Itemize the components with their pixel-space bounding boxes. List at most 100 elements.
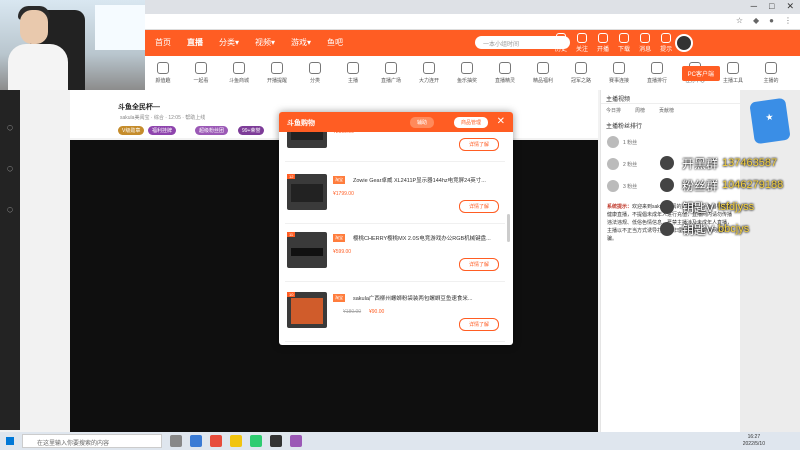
- app-icon[interactable]: [250, 435, 262, 447]
- category-item[interactable]: 主播的: [758, 62, 784, 84]
- left-sidebar: ◯ ◯ ◯: [0, 90, 20, 430]
- category-icon: [233, 62, 245, 74]
- modal-assist-button[interactable]: 辅助: [410, 117, 435, 128]
- shopping-modal: 斗鱼购物 辅助 商品管理 ✕ ¥2199.00 详情了解 12 淘宝 Zowie Gea…: [279, 112, 513, 345]
- detail-button[interactable]: 详情了解: [458, 138, 499, 151]
- overlay-value: 137463587: [722, 157, 778, 169]
- room-subtitle: sakula美阅宝 · 综合 · 12:05 · 帮助上线: [120, 115, 206, 121]
- rank-row[interactable]: 1 粉丝: [601, 131, 740, 153]
- category-icon: [157, 62, 169, 74]
- avatar[interactable]: [675, 34, 693, 52]
- chat-header: 主播视频: [601, 90, 740, 104]
- category-item[interactable]: 赛事连接: [606, 62, 632, 84]
- scrollbar[interactable]: [507, 214, 510, 242]
- steam-icon[interactable]: [270, 435, 282, 447]
- category-item[interactable]: 颜值趣: [150, 62, 176, 84]
- product-item[interactable]: 12 淘宝 Zowie Gear卓威 XL2411P显示器144hz电竞屏24英寸.…: [285, 170, 505, 224]
- product-thumbnail[interactable]: [287, 132, 327, 148]
- product-price: ¥90.00: [369, 309, 385, 315]
- tab-week[interactable]: 周榜: [635, 107, 645, 114]
- chrome-icon[interactable]: [210, 435, 222, 447]
- detail-button[interactable]: 详情了解: [458, 318, 499, 331]
- category-item[interactable]: 精品福利: [530, 62, 556, 84]
- windows-start-icon[interactable]: [6, 437, 14, 445]
- product-old-price: ¥180.00: [343, 309, 362, 315]
- category-item[interactable]: 开播提醒: [264, 62, 290, 84]
- product-item[interactable]: 10 淘宝 sakula广西柳州螺蛳粉袋装两包螺蛳豆鱼速食米... ¥90.00 ¥18…: [285, 288, 505, 342]
- edge-icon[interactable]: [190, 435, 202, 447]
- tab-contrib[interactable]: 贡献榜: [659, 107, 674, 114]
- close-icon[interactable]: ✕: [497, 116, 505, 127]
- product-item[interactable]: 11 淘宝 樱桃CHERRY樱桃MX 2.0S电竞游戏办公RGB机械键盘... ¥59…: [285, 228, 505, 282]
- product-title[interactable]: Zowie Gear卓威 XL2411P显示器144hz电竞屏24英寸...: [353, 176, 501, 184]
- close-window-icon[interactable]: ✕: [786, 1, 794, 12]
- product-thumbnail[interactable]: 10: [287, 292, 327, 328]
- overlay-line: 粉丝群 1046279188: [660, 174, 800, 196]
- maximize-icon[interactable]: □: [769, 1, 774, 12]
- nav-video[interactable]: 视频▾: [255, 37, 275, 48]
- category-item[interactable]: 鱼乐抽奖: [454, 62, 480, 84]
- stream-overlay-text: 开黑群 137463587 粉丝群 1046279188 钥匙V lsfdjyss 钥匙V b…: [660, 152, 800, 240]
- product-title[interactable]: 樱桃CHERRY樱桃MX 2.0S电竞游戏办公RGB机械键盘...: [353, 234, 501, 242]
- pc-client-button[interactable]: PC客户端: [681, 66, 720, 81]
- sidebar-icon[interactable]: ◯: [0, 207, 20, 213]
- bookmark-icon[interactable]: ☆: [736, 16, 743, 25]
- room-tag[interactable]: 超级粉丝团: [195, 126, 229, 135]
- nav-live[interactable]: 直播: [187, 37, 203, 48]
- room-tag[interactable]: V级勋章: [118, 126, 145, 135]
- category-item[interactable]: 分类: [302, 62, 328, 84]
- profile-icon[interactable]: ●: [769, 16, 774, 25]
- category-icon: [613, 62, 625, 74]
- promo-badge[interactable]: ★: [749, 97, 791, 145]
- product-tag: 淘宝: [333, 294, 345, 302]
- category-item[interactable]: 直播广场: [378, 62, 404, 84]
- folder-icon[interactable]: [230, 435, 242, 447]
- category-item[interactable]: 冠军之路: [568, 62, 594, 84]
- overlay-icon: [660, 200, 674, 214]
- category-item[interactable]: 主播工具: [720, 62, 746, 84]
- sidebar-icon[interactable]: ◯: [0, 125, 20, 131]
- product-tag: 淘宝: [333, 234, 345, 242]
- nav-yuba[interactable]: 鱼吧: [327, 37, 343, 48]
- detail-button[interactable]: 详情了解: [458, 200, 499, 213]
- category-item[interactable]: 直播排行: [644, 62, 670, 84]
- room-tag[interactable]: 福利挂牌: [148, 126, 177, 135]
- category-icon: [499, 62, 511, 74]
- clock[interactable]: 16:27 2022/5/10: [743, 434, 765, 447]
- tip-icon[interactable]: 提示: [660, 33, 672, 53]
- detail-button[interactable]: 详情了解: [458, 258, 499, 271]
- nav-category[interactable]: 分类▾: [219, 37, 239, 48]
- sidebar-icon[interactable]: ◯: [0, 166, 20, 172]
- category-item[interactable]: 斗鱼商城: [226, 62, 252, 84]
- category-item[interactable]: 一起看: [188, 62, 214, 84]
- extension-icon[interactable]: ◆: [753, 16, 759, 25]
- product-thumbnail[interactable]: 11: [287, 232, 327, 268]
- broadcast-icon[interactable]: 开播: [597, 33, 609, 53]
- category-item[interactable]: 主播: [340, 62, 366, 84]
- category-item[interactable]: 大力连开: [416, 62, 442, 84]
- tab-today[interactable]: 今日排: [606, 107, 621, 114]
- minimize-icon[interactable]: ─: [751, 1, 757, 12]
- history-icon[interactable]: 历史: [555, 33, 567, 53]
- product-manage-button[interactable]: 商品管理: [454, 117, 489, 128]
- product-item[interactable]: ¥2199.00 详情了解: [285, 132, 505, 162]
- taskbar-search-input[interactable]: 在这里输入你要搜索的内容: [22, 434, 162, 448]
- taskbar-icons: [170, 435, 302, 447]
- menu-icon[interactable]: ⋮: [784, 16, 792, 25]
- product-price: ¥1799.00: [333, 191, 354, 197]
- follow-icon[interactable]: 关注: [576, 33, 588, 53]
- category-icon: [347, 62, 359, 74]
- category-icon: [765, 62, 777, 74]
- category-icon: [651, 62, 663, 74]
- product-title[interactable]: sakula广西柳州螺蛳粉袋装两包螺蛳豆鱼速食米...: [353, 294, 501, 302]
- task-view-icon[interactable]: [170, 435, 182, 447]
- nav-home[interactable]: 首页: [155, 37, 171, 48]
- category-item[interactable]: 直播精灵: [492, 62, 518, 84]
- product-thumbnail[interactable]: 12: [287, 174, 327, 210]
- download-icon[interactable]: 下载: [618, 33, 630, 53]
- message-icon[interactable]: 消息: [639, 33, 651, 53]
- webcam-overlay: [0, 0, 145, 90]
- room-tag[interactable]: 99+荣誉: [238, 126, 265, 135]
- app-icon[interactable]: [290, 435, 302, 447]
- nav-game[interactable]: 游戏▾: [291, 37, 311, 48]
